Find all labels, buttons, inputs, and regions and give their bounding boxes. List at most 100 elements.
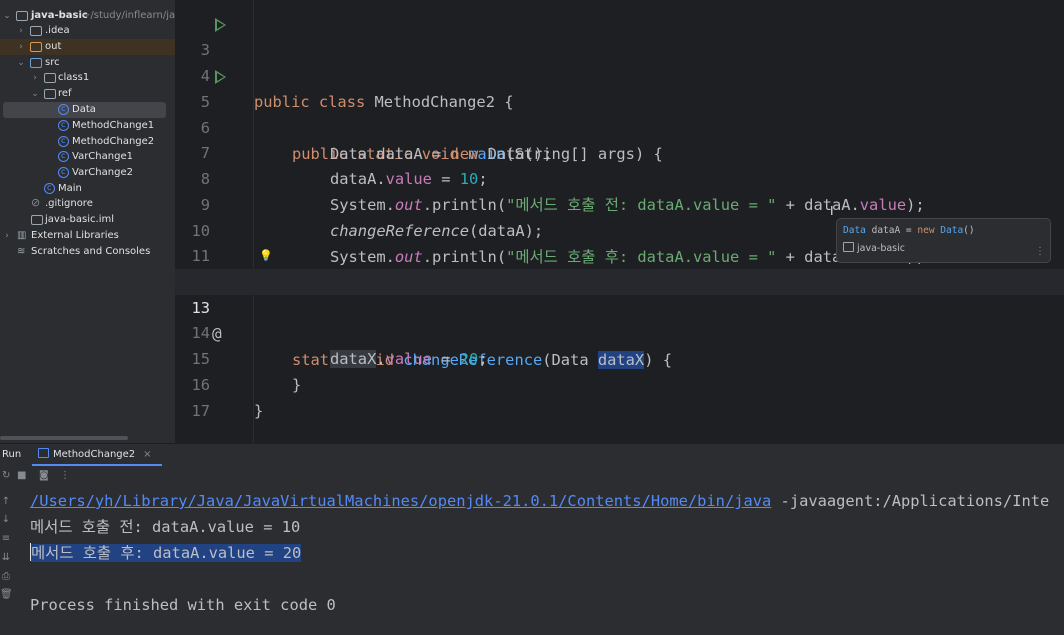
tree-item-varchange1[interactable]: VarChange1 — [0, 148, 175, 165]
arrow-down-icon[interactable]: ↓ — [0, 514, 12, 525]
project-tree-panel: ⌄ java-basic ~/study/inflearn/java/ › .i… — [0, 0, 175, 443]
code-line[interactable]: 3 public class MethodChange2 { — [175, 11, 1064, 111]
class-icon — [44, 180, 55, 196]
chevron-right-icon[interactable]: › — [30, 70, 40, 86]
console-output[interactable]: ↑ ↓ ≡ ⇊ ⎙ 🗑 /Users/yh/Library/Java/JavaV… — [0, 486, 1064, 635]
tree-item-label: VarChange2 — [72, 167, 133, 178]
tree-item-varchange2[interactable]: VarChange2 — [0, 164, 175, 181]
tree-item-src[interactable]: ⌄ src — [0, 55, 175, 71]
process-finished-line: Process finished with exit code 0 — [30, 596, 336, 614]
run-panel-title: Run — [2, 449, 22, 460]
run-config-icon — [38, 448, 49, 458]
tree-item-label: out — [45, 41, 62, 52]
tree-item-class1[interactable]: › class1 — [0, 70, 175, 86]
rerun-icon[interactable]: ↻ — [2, 470, 10, 481]
soft-wrap-icon[interactable]: ≡ — [0, 533, 12, 544]
code-line[interactable]: 16 } — [175, 346, 1064, 420]
run-toolbar: ↻ ■ ◙ ⋮ — [0, 466, 1064, 486]
chevron-right-icon[interactable]: › — [16, 23, 26, 39]
tab-label: MethodChange2 — [53, 449, 136, 460]
tree-item-external-libraries[interactable]: › ▥ External Libraries — [0, 228, 175, 244]
tree-item-label: ref — [58, 88, 72, 99]
scratches-icon: ≋ — [17, 246, 26, 257]
run-class-icon[interactable] — [215, 18, 226, 32]
console-command-line: /Users/yh/Library/Java/JavaVirtualMachin… — [30, 492, 1050, 510]
code-line-current[interactable]: 13 @ static void changeReference(Data da… — [175, 269, 1064, 369]
code-text: } — [254, 402, 264, 420]
camera-icon[interactable]: ◙ — [39, 470, 49, 481]
scroll-to-end-icon[interactable]: ⇊ — [0, 552, 12, 563]
tree-item-main[interactable]: Main — [0, 180, 175, 197]
tree-item-scratches[interactable]: ≋ Scratches and Consoles — [0, 244, 175, 260]
tooltip-module: java-basic — [843, 242, 905, 254]
more-options-icon[interactable]: ⋮ — [1035, 246, 1045, 257]
tree-item-label: MethodChange1 — [72, 120, 155, 131]
code-line[interactable]: 9 changeReference(dataA); — [175, 166, 1064, 240]
source-folder-icon — [30, 58, 42, 68]
class-icon — [58, 148, 69, 164]
folder-icon — [30, 26, 42, 36]
tree-item-ref[interactable]: ⌄ ref — [0, 86, 175, 102]
lightbulb-icon[interactable]: 💡 — [259, 243, 273, 269]
code-line[interactable]: 15 } — [175, 320, 1064, 394]
package-icon — [44, 73, 56, 83]
code-line[interactable]: 7 dataA.value = 10; — [175, 114, 1064, 188]
code-line[interactable]: 8 System.out.println("메서드 호출 전: dataA.va… — [175, 140, 1064, 214]
sidebar-scrollbar[interactable] — [0, 436, 128, 440]
tree-item-label: src — [45, 57, 60, 68]
chevron-down-icon[interactable]: ⌄ — [30, 86, 40, 102]
run-method-icon[interactable] — [215, 70, 226, 84]
code-line[interactable]: 17 — [175, 372, 1064, 420]
folder-icon — [16, 11, 28, 21]
class-icon — [58, 164, 69, 180]
module-icon — [843, 242, 854, 252]
tree-item-label: .gitignore — [45, 198, 93, 209]
code-line[interactable]: 4 — [175, 37, 1064, 85]
tree-item-data[interactable]: Data — [3, 101, 166, 118]
code-line[interactable]: 5 public static void main(String[] args)… — [175, 63, 1064, 163]
tree-item-label: Main — [58, 183, 82, 194]
tree-item-java-basic[interactable]: ⌄ java-basic ~/study/inflearn/java/ — [0, 8, 175, 24]
package-icon — [44, 89, 56, 99]
tree-item-gitignore[interactable]: ⊘ .gitignore — [0, 196, 175, 212]
tree-item-java-basic-iml[interactable]: java-basic.iml — [0, 212, 175, 228]
tree-item-label: .idea — [45, 25, 70, 36]
stop-icon[interactable]: ■ — [17, 470, 26, 481]
java-path-link[interactable]: /Users/yh/Library/Java/JavaVirtualMachin… — [30, 492, 771, 510]
tree-item-idea[interactable]: › .idea — [0, 23, 175, 39]
tooltip-declaration: Data dataA = new Data() — [843, 225, 975, 236]
tree-item-label: VarChange1 — [72, 151, 133, 162]
run-panel-header: Run MethodChange2 × — [0, 443, 1064, 466]
tree-item-methodchange1[interactable]: MethodChange1 — [0, 117, 175, 134]
close-icon[interactable]: × — [143, 449, 151, 460]
code-line[interactable]: 14 dataX.value = 20; — [175, 294, 1064, 368]
chevron-right-icon[interactable]: › — [2, 228, 12, 244]
quick-doc-tooltip[interactable]: Data dataA = new Data() java-basic ⋮ — [836, 218, 1051, 263]
tree-item-out[interactable]: › out — [0, 39, 175, 55]
tree-item-label: java-basic — [31, 10, 88, 21]
class-icon — [58, 101, 69, 117]
console-output-line-selected: 메서드 호출 후: dataA.value = 20 — [30, 543, 302, 562]
class-icon — [58, 117, 69, 133]
code-line[interactable]: 10 System.out.println("메서드 호출 후: dataA.v… — [175, 192, 1064, 266]
module-file-icon — [31, 215, 43, 225]
code-line[interactable]: 6 Data dataA = new Data(); — [175, 89, 1064, 163]
tree-item-label: Data — [72, 104, 96, 115]
text-cursor-icon: I — [830, 204, 834, 218]
print-icon[interactable]: ⎙ — [0, 571, 12, 582]
tree-item-label: Scratches and Consoles — [31, 246, 151, 257]
class-icon — [58, 133, 69, 149]
excluded-folder-icon — [30, 42, 42, 52]
project-path: ~/study/inflearn/java/ — [82, 10, 175, 21]
tree-item-methodchange2[interactable]: MethodChange2 — [0, 133, 175, 150]
tab-methodchange2[interactable]: MethodChange2 × — [32, 444, 162, 466]
chevron-down-icon[interactable]: ⌄ — [2, 8, 12, 24]
chevron-down-icon[interactable]: ⌄ — [16, 55, 26, 71]
tree-item-label: java-basic.iml — [45, 214, 114, 225]
chevron-right-icon[interactable]: › — [16, 39, 26, 55]
more-options-icon[interactable]: ⋮ — [60, 470, 70, 481]
line-number: 17 — [191, 402, 210, 420]
ignore-file-icon: ⊘ — [31, 196, 41, 209]
trash-icon[interactable]: 🗑 — [0, 589, 13, 600]
arrow-up-icon[interactable]: ↑ — [0, 496, 12, 507]
